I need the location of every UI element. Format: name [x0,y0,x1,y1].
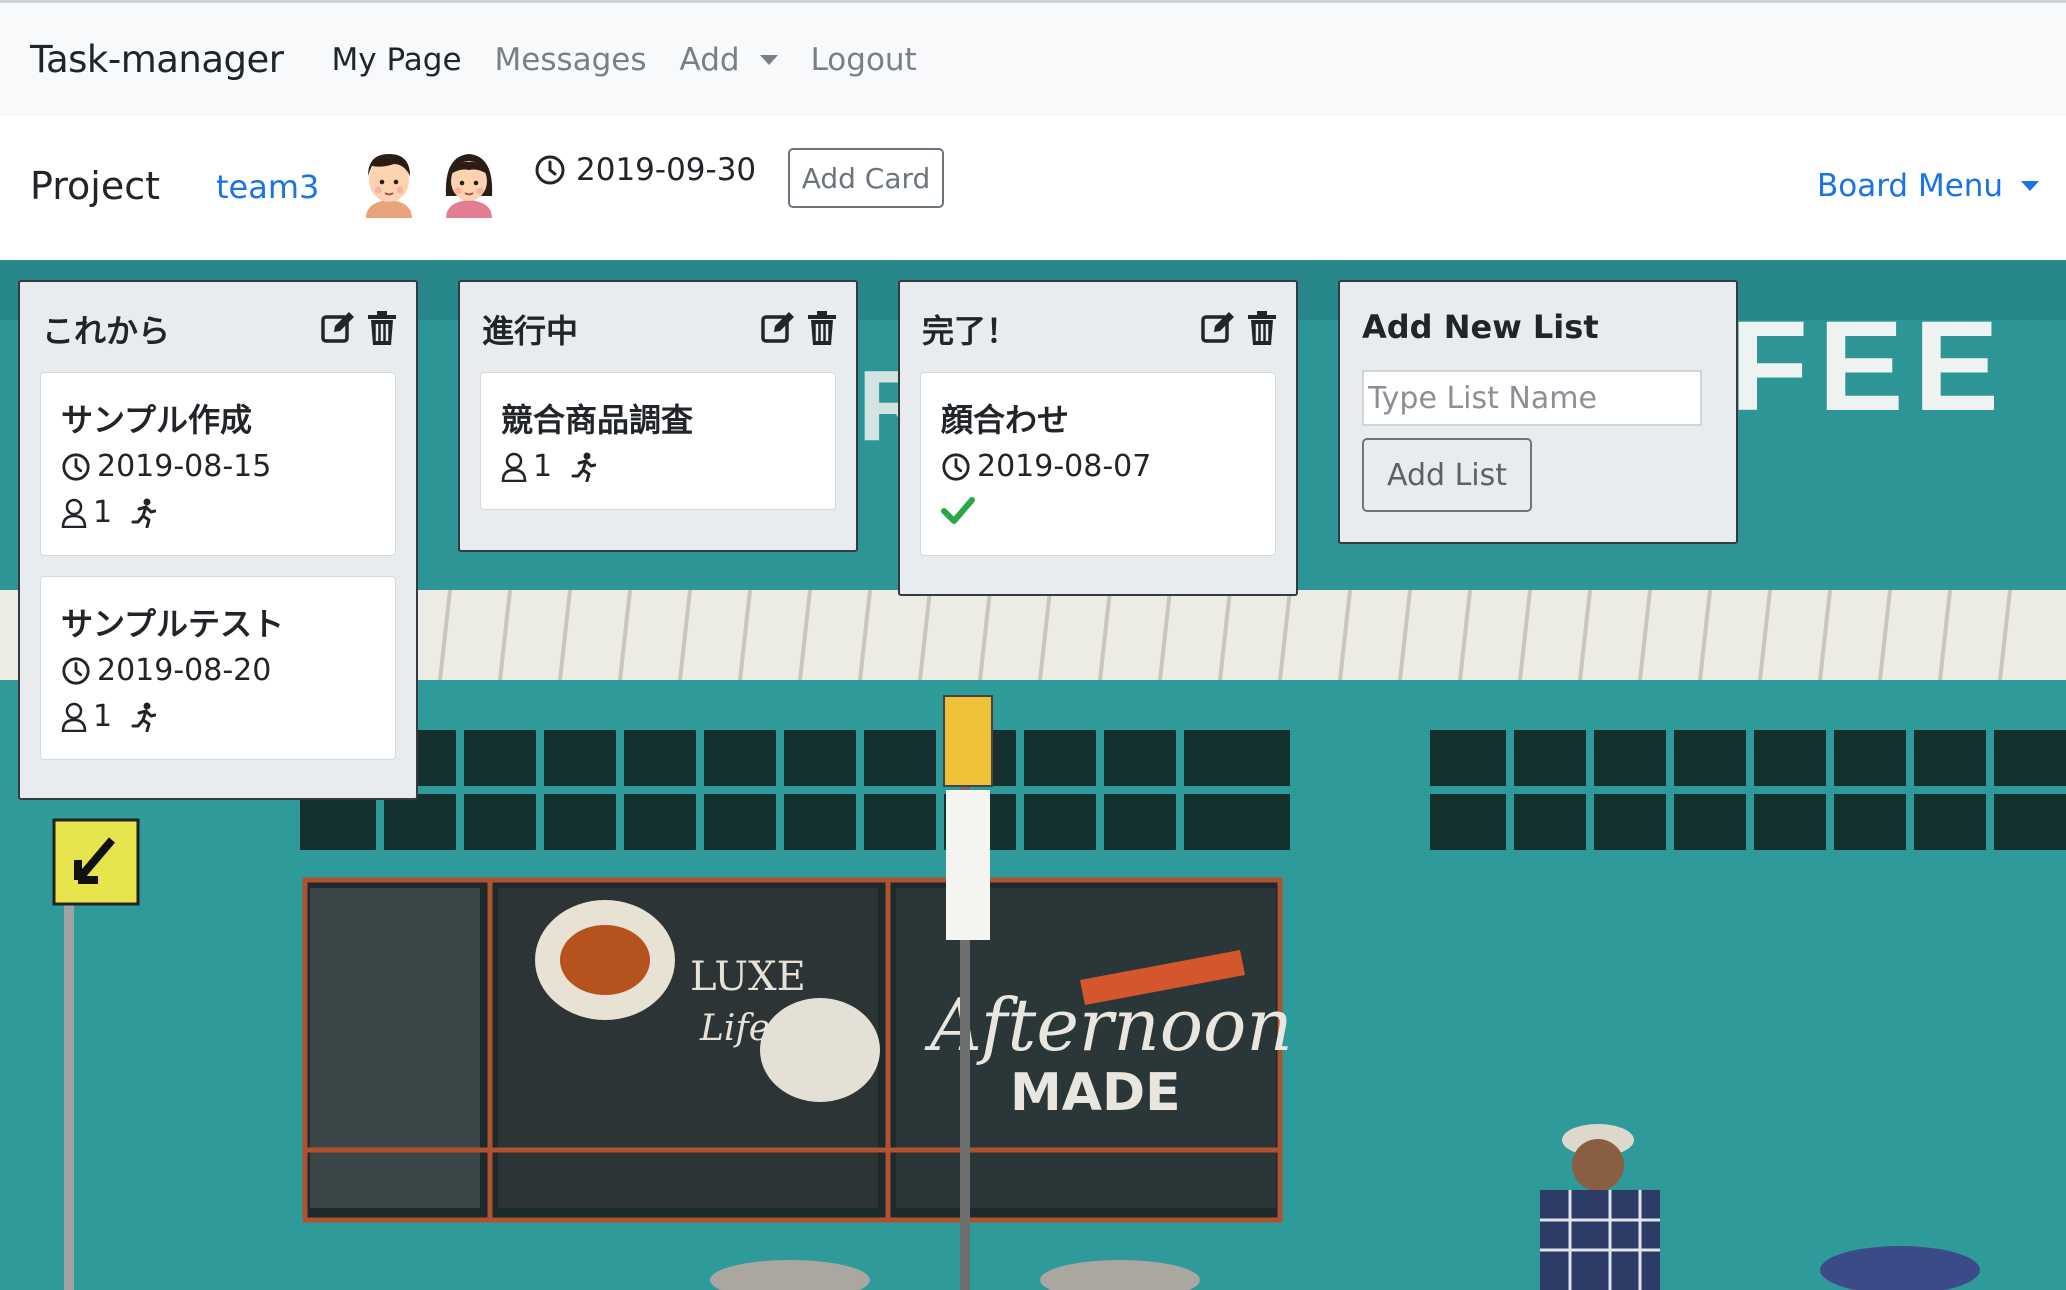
task-card[interactable]: サンプルテスト 2019-08-20 1 [40,576,396,760]
list-in-progress: 進行中 競合商品調査 1 [458,280,858,552]
list-title: これから [42,312,171,350]
nav-add-dropdown[interactable]: Add [680,42,778,78]
card-due-date: 2019-08-15 [97,449,272,484]
member-avatar-female[interactable] [438,146,500,218]
card-due: 2019-08-20 [61,653,271,688]
clock-icon [62,452,90,481]
card-title: サンプル作成 [61,401,253,439]
edit-icon[interactable] [1200,310,1236,346]
caret-down-icon [759,54,778,65]
add-card-button[interactable]: Add Card [788,148,944,208]
svg-text:MADE: MADE [1010,1063,1181,1123]
add-new-list-panel: Add New List Add List [1338,280,1738,544]
card-member-count: 1 [93,495,113,530]
card-due: 2019-08-15 [61,449,271,484]
card-member-count: 1 [533,449,553,484]
card-member-count: 1 [93,699,113,734]
svg-text:LUXE: LUXE [690,954,806,1000]
list-title: 完了！ [922,312,1019,350]
clock-icon [535,155,565,185]
member-avatar-male[interactable] [358,146,420,218]
nav-add-label: Add [679,41,740,78]
running-icon [131,702,157,732]
person-icon [501,452,527,482]
trash-icon[interactable] [1246,310,1278,346]
task-card[interactable]: サンプル作成 2019-08-15 1 [40,372,396,556]
checkmark-icon [941,497,975,524]
team-link[interactable]: team3 [216,168,319,206]
card-title: 顔合わせ [941,401,1070,439]
list-actions [320,310,398,346]
task-card[interactable]: 顔合わせ 2019-08-07 [920,372,1276,556]
board-menu-label: Board Menu [1817,168,2004,204]
card-title: 競合商品調査 [501,401,694,439]
clock-icon [62,656,90,685]
add-list-button[interactable]: Add List [1362,438,1532,512]
list-name-input[interactable] [1362,370,1702,426]
list-title: 進行中 [482,312,579,350]
edit-icon[interactable] [760,310,796,346]
board-due-date-text: 2019-09-30 [576,152,757,188]
list-actions [760,310,838,346]
card-status [941,495,981,525]
card-due-date: 2019-08-07 [977,449,1152,484]
board-menu-dropdown[interactable]: Board Menu [1817,168,2040,204]
nav-logout[interactable]: Logout [811,42,917,78]
running-icon [131,498,157,528]
trash-icon[interactable] [806,310,838,346]
edit-icon[interactable] [320,310,356,346]
trash-icon[interactable] [366,310,398,346]
add-list-title: Add New List [1362,308,1599,346]
list-actions [1200,310,1278,346]
card-due: 2019-08-07 [941,449,1151,484]
board-header: Project team3 2019-09-30 Add Card Board … [0,116,2066,260]
nav-my-page[interactable]: My Page [332,42,462,78]
brand-logo[interactable]: Task-manager [30,38,284,81]
running-icon [571,452,597,482]
board-due-date: 2019-09-30 [534,152,756,188]
project-title: Project [30,164,161,208]
clock-icon [942,452,970,481]
svg-text:Life: Life [699,1008,770,1049]
list-korekara: これから サンプル作成 2019-08-15 1 サンプルテスト 2019-08… [18,280,418,800]
card-members: 1 [61,495,162,530]
card-title: サンプルテスト [61,605,285,643]
nav-messages[interactable]: Messages [495,42,647,78]
top-navbar: Task-manager My Page Messages Add Logout [0,0,2066,116]
task-card[interactable]: 競合商品調査 1 [480,372,836,510]
card-members: 1 [61,699,162,734]
person-icon [61,498,87,528]
caret-down-icon [2021,181,2040,191]
card-due-date: 2019-08-20 [97,653,272,688]
person-icon [61,702,87,732]
card-members: 1 [501,449,602,484]
svg-text:FEE: FEE [1730,295,2009,438]
list-done: 完了！ 顔合わせ 2019-08-07 [898,280,1298,596]
